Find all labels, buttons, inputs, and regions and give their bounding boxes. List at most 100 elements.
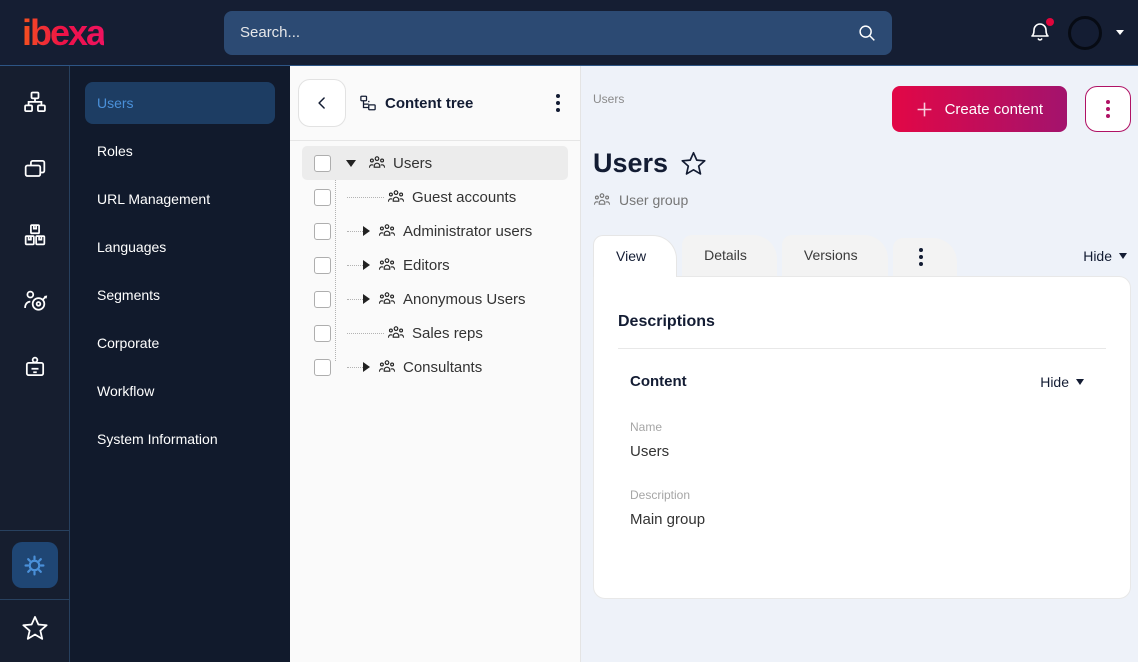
content-tree-header: Content tree xyxy=(290,66,580,141)
tree-icon xyxy=(359,94,377,112)
admin-badge-icon[interactable] xyxy=(0,334,69,400)
hide-toggle[interactable]: Hide xyxy=(1083,248,1131,264)
gear-icon[interactable] xyxy=(11,542,58,588)
content-tree-panel: Content tree Users Guest accounts Administ… xyxy=(290,66,581,662)
tree-item-checkbox[interactable] xyxy=(314,154,331,172)
user-group-icon xyxy=(593,191,611,209)
header-actions: Create content xyxy=(891,86,1131,132)
tree-options-kebab-icon[interactable] xyxy=(556,94,560,112)
tree-item-administrator-users[interactable]: Administrator users xyxy=(302,214,568,248)
global-search[interactable] xyxy=(224,10,892,55)
tab-view[interactable]: View xyxy=(593,235,678,277)
tree-connector-line xyxy=(347,264,363,266)
tree-item-checkbox[interactable] xyxy=(314,358,331,376)
content-type-row: User group xyxy=(593,191,1131,209)
rail-divider xyxy=(0,530,69,531)
hide-label: Hide xyxy=(1040,373,1069,390)
field-description: Description Main group xyxy=(630,488,1094,528)
sidebar-item-corporate[interactable]: Corporate xyxy=(85,322,275,364)
content-structure-icon[interactable] xyxy=(0,70,69,136)
user-menu-caret-icon[interactable] xyxy=(1116,30,1124,35)
tab-details[interactable]: Details xyxy=(682,235,777,276)
expand-caret-icon[interactable] xyxy=(363,362,370,372)
collapse-tree-button[interactable] xyxy=(298,79,346,127)
pages-icon[interactable] xyxy=(0,136,69,202)
sidebar-item-users[interactable]: Users xyxy=(85,82,275,124)
tree-item-anonymous-users[interactable]: Anonymous Users xyxy=(302,282,568,316)
descriptions-heading: Descriptions xyxy=(618,313,715,330)
personalization-icon[interactable] xyxy=(0,268,69,334)
tree-item-label: Consultants xyxy=(403,358,483,376)
ibexa-logo[interactable]: ibexa xyxy=(22,12,106,53)
sidebar-item-segments[interactable]: Segments xyxy=(85,274,275,316)
create-content-button[interactable]: Create content xyxy=(891,86,1067,132)
create-content-label: Create content xyxy=(944,100,1043,118)
tree-item-consultants[interactable]: Consultants xyxy=(302,350,568,384)
tree-item-checkbox[interactable] xyxy=(314,256,331,274)
expand-caret-icon[interactable] xyxy=(363,260,370,270)
tree-item-users[interactable]: Users xyxy=(302,146,568,180)
tree-item-checkbox[interactable] xyxy=(314,188,331,206)
user-avatar[interactable] xyxy=(1068,15,1102,50)
expand-caret-icon[interactable] xyxy=(363,294,370,304)
plus-icon xyxy=(916,101,933,118)
tree-connector-line xyxy=(347,230,363,232)
user-group-icon xyxy=(378,222,396,240)
search-input[interactable] xyxy=(240,24,856,41)
tree-item-guest-accounts[interactable]: Guest accounts xyxy=(302,180,568,214)
field-label: Name xyxy=(630,420,663,434)
tabs: View Details Versions xyxy=(593,235,888,277)
collapse-caret-icon[interactable] xyxy=(346,159,356,167)
fields: Name Users Description Main group xyxy=(630,420,1094,528)
tree-item-label: Guest accounts xyxy=(412,188,517,206)
expand-caret-icon[interactable] xyxy=(363,226,370,236)
tree-item-label: Sales reps xyxy=(412,324,483,342)
tree-item-checkbox[interactable] xyxy=(314,222,331,240)
more-options-button[interactable] xyxy=(1085,86,1131,132)
user-group-icon xyxy=(378,290,396,308)
tabs-more-kebab-icon[interactable] xyxy=(892,238,957,276)
content-tree-label: Content tree xyxy=(385,94,474,112)
field-name: Name Users xyxy=(630,420,1094,460)
tree-item-label: Administrator users xyxy=(403,222,533,240)
tree-connector-line xyxy=(347,196,384,198)
page-title: Users xyxy=(593,148,669,178)
user-group-icon xyxy=(387,324,405,342)
content-section-title: Content xyxy=(630,373,687,390)
user-group-icon xyxy=(378,358,396,376)
content-tree-title: Content tree xyxy=(359,94,473,112)
tree-item-label: Editors xyxy=(403,256,450,274)
sidebar-item-workflow[interactable]: Workflow xyxy=(85,370,275,412)
breadcrumb[interactable]: Users xyxy=(593,92,624,106)
content-type-label: User group xyxy=(619,192,689,208)
user-group-icon xyxy=(368,154,386,172)
star-icon[interactable] xyxy=(21,600,49,656)
app-window: ibexa Search... Users Roles URL Manageme… xyxy=(0,0,1138,662)
sidebar-item-roles[interactable]: Roles xyxy=(85,130,275,172)
tree-item-editors[interactable]: Editors xyxy=(302,248,568,282)
tree-item-checkbox[interactable] xyxy=(314,324,331,342)
user-group-icon xyxy=(378,256,396,274)
topbar-right xyxy=(1028,15,1138,50)
hide-label: Hide xyxy=(1083,247,1112,264)
tree-connector-line xyxy=(347,298,363,300)
sidebar-menu: Users Roles URL Management Languages Segment… xyxy=(69,66,290,662)
content-hide-toggle[interactable]: Hide xyxy=(1040,374,1094,390)
products-icon[interactable] xyxy=(0,202,69,268)
rail-bottom xyxy=(0,530,69,662)
logo-wrap: ibexa xyxy=(0,12,224,53)
tree-item-sales-reps[interactable]: Sales reps xyxy=(302,316,568,350)
main-content: Users Create content Users User group Vi… xyxy=(581,66,1138,662)
topbar: ibexa xyxy=(0,0,1138,66)
icon-rail xyxy=(0,66,69,662)
notifications-bell-icon[interactable] xyxy=(1028,17,1054,46)
sidebar-item-languages[interactable]: Languages xyxy=(85,226,275,268)
tab-versions[interactable]: Versions xyxy=(781,235,888,276)
user-group-icon xyxy=(387,188,405,206)
search-icon[interactable] xyxy=(856,22,878,44)
field-value: Main group xyxy=(630,511,706,528)
favorite-star-icon[interactable] xyxy=(680,150,707,177)
tree-item-checkbox[interactable] xyxy=(314,290,331,308)
sidebar-item-url-management[interactable]: URL Management xyxy=(85,178,275,220)
sidebar-item-system-information[interactable]: System Information xyxy=(85,418,275,460)
